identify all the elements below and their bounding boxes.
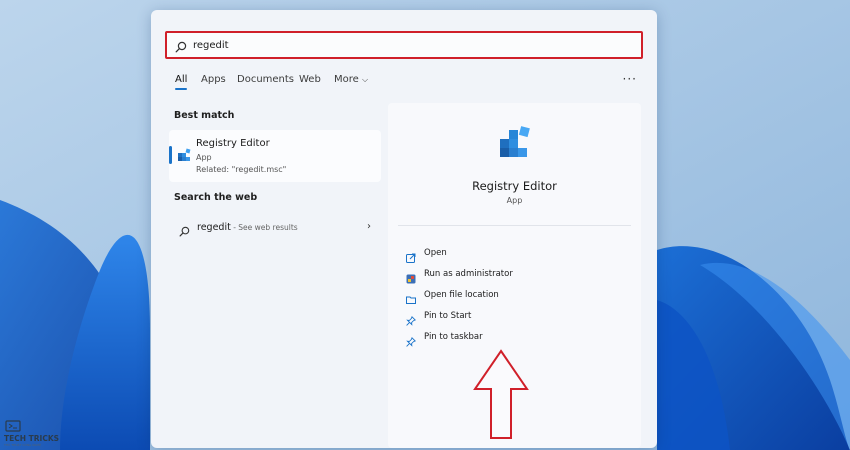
details-app-name: Registry Editor [472, 179, 557, 193]
tab-all[interactable]: All [175, 74, 188, 90]
details-pane: Registry Editor App Open Run as administ… [388, 103, 641, 448]
pin-icon [406, 332, 417, 347]
search-input[interactable] [193, 33, 613, 57]
registry-editor-icon [177, 147, 191, 167]
details-divider [398, 225, 631, 226]
action-label: Open [424, 248, 447, 258]
start-search-panel: All Apps Documents Web More ⌵ ··· Best m… [151, 10, 657, 448]
chevron-right-icon: › [367, 221, 371, 232]
selection-indicator [169, 146, 172, 164]
folder-icon [406, 290, 416, 304]
action-label: Run as administrator [424, 269, 513, 279]
see-web-results: - See web results [230, 223, 298, 232]
best-match-name: Registry Editor [196, 138, 270, 149]
action-label: Pin to Start [424, 311, 472, 321]
web-search-result[interactable]: regedit - See web results › [169, 216, 381, 240]
web-query: regedit [197, 222, 231, 233]
tech-tricks-logo: TECH TRICKS THỦ THUẬT CÔNG NGHỆ [4, 418, 59, 447]
arrow-up-icon [473, 349, 529, 445]
logo-subtext: THỦ THUẬT CÔNG NGHỆ [4, 443, 42, 447]
best-match-heading: Best match [174, 110, 235, 121]
action-label: Pin to taskbar [424, 332, 483, 342]
tab-documents[interactable]: Documents [237, 74, 294, 85]
web-result-label: regedit - See web results [197, 222, 298, 233]
tab-apps[interactable]: Apps [201, 74, 226, 85]
details-app-type: App [506, 196, 523, 205]
tab-web[interactable]: Web [299, 74, 321, 85]
best-match-type: App [196, 153, 212, 162]
search-web-heading: Search the web [174, 192, 258, 203]
action-label: Open file location [424, 290, 499, 300]
pin-icon [406, 311, 417, 326]
shield-icon [406, 269, 416, 284]
search-icon [175, 38, 187, 57]
search-icon [179, 222, 190, 241]
open-icon [406, 248, 416, 263]
logo-text: TECH TRICKS [4, 434, 60, 443]
search-box[interactable] [165, 31, 643, 59]
tab-more[interactable]: More ⌵ [334, 74, 368, 85]
chevron-down-icon: ⌵ [361, 75, 369, 84]
best-match-related: Related: "regedit.msc" [196, 165, 287, 174]
best-match-result[interactable]: Registry Editor App Related: "regedit.ms… [169, 130, 381, 182]
tab-more-label: More [334, 74, 359, 85]
logo-mark-icon [5, 420, 21, 432]
registry-editor-large-icon [498, 125, 532, 165]
more-options-button[interactable]: ··· [623, 72, 637, 86]
